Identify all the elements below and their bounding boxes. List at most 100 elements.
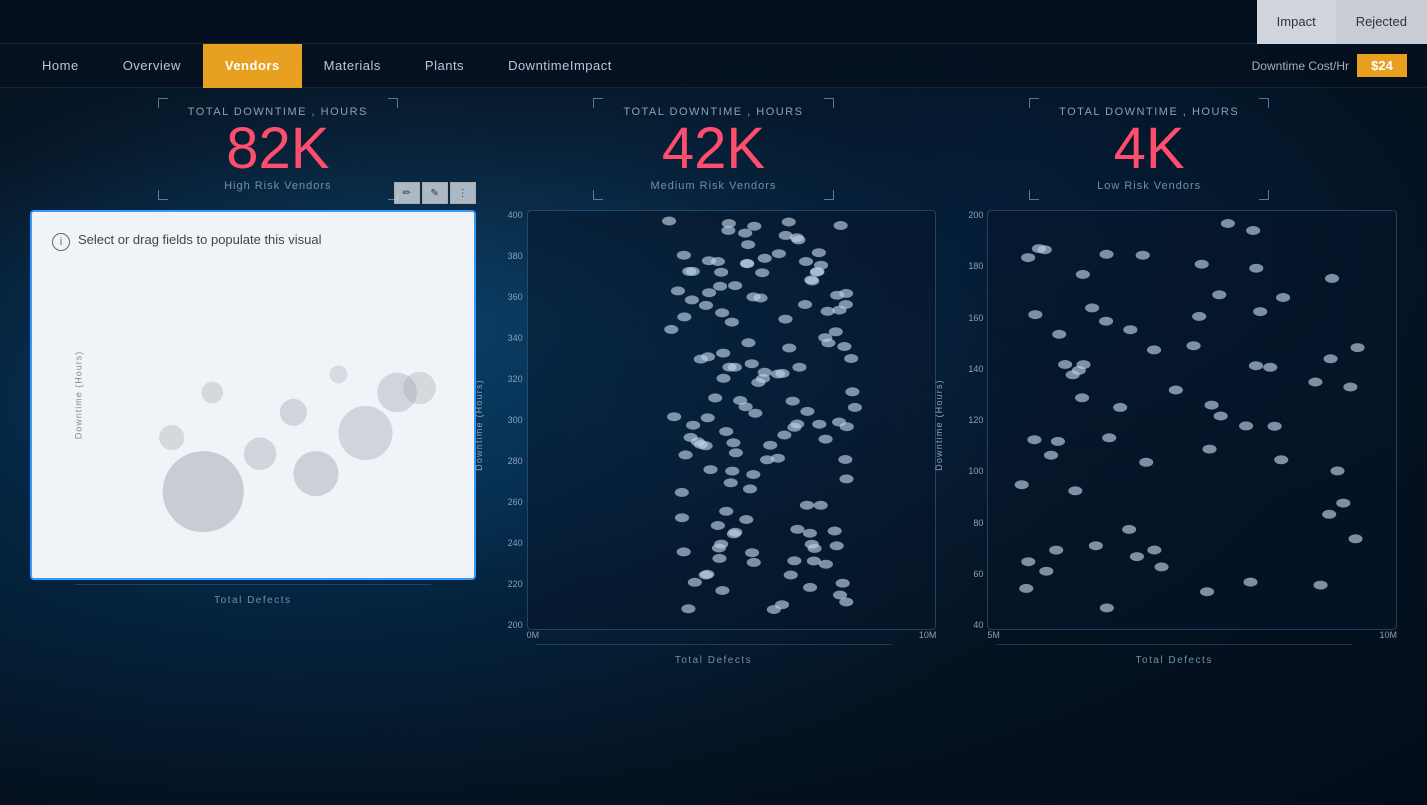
scatter-dot <box>714 540 728 549</box>
scatter-dot <box>1344 383 1358 392</box>
scatter-dot <box>715 308 729 317</box>
downtime-cost-value: $24 <box>1357 54 1407 77</box>
impact-button[interactable]: Impact <box>1257 0 1336 44</box>
scatter-dot <box>1049 546 1063 555</box>
high-risk-scatter[interactable]: i Select or drag fields to populate this… <box>30 210 476 580</box>
low-risk-x-label: Total Defects <box>1136 655 1213 666</box>
nav-overview[interactable]: Overview <box>101 44 203 88</box>
scatter-dot <box>814 261 828 270</box>
info-icon: i <box>52 233 70 251</box>
nav-home[interactable]: Home <box>20 44 101 88</box>
scatter-dot <box>1264 363 1278 372</box>
low-divider <box>996 644 1353 645</box>
scatter-dot <box>700 413 714 422</box>
scatter-dot <box>725 467 739 476</box>
scatter-dot <box>1052 330 1066 339</box>
scatter-dot <box>1100 250 1114 259</box>
scatter-dot <box>1253 307 1267 316</box>
scatter-dot <box>746 470 760 479</box>
scatter-dot <box>1139 458 1153 467</box>
nav-bar: Home Overview Vendors Materials Plants D… <box>0 44 1427 88</box>
scatter-dot <box>728 281 742 290</box>
scatter-dot <box>763 441 777 450</box>
scatter-dot <box>792 363 806 372</box>
scatter-dot <box>710 521 724 530</box>
scatter-dot <box>1136 251 1150 260</box>
medium-y-200: 200 <box>508 620 523 630</box>
scatter-dot <box>1276 293 1290 302</box>
scatter-dot <box>1309 378 1323 387</box>
medium-y-280: 280 <box>508 456 523 466</box>
y-axis-indicator: Downtime (Hours) <box>73 351 83 440</box>
high-risk-x-label: Total Defects <box>214 595 291 606</box>
scatter-dot <box>677 312 691 321</box>
medium-y-label: Downtime (Hours) <box>474 379 484 471</box>
kpi-row: Total Downtime , Hours 82K High Risk Ven… <box>0 88 1427 200</box>
scatter-dot <box>1169 386 1183 395</box>
scatter-dot <box>1244 578 1258 587</box>
low-risk-chart-panel: Downtime (Hours) 200 180 160 140 120 100… <box>951 210 1397 666</box>
scatter-dot <box>803 529 817 538</box>
scatter-dot <box>1148 546 1162 555</box>
scatter-dot <box>838 300 852 309</box>
scatter-dot <box>700 570 714 579</box>
scatter-dot <box>757 254 771 263</box>
scatter-dot <box>1100 603 1114 612</box>
medium-risk-scatter[interactable] <box>527 210 937 630</box>
nav-vendors[interactable]: Vendors <box>203 44 302 88</box>
scatter-dot <box>1015 480 1029 489</box>
empty-chart-svg <box>32 212 474 580</box>
scatter-dot <box>745 548 759 557</box>
scatter-dot <box>755 268 769 277</box>
scatter-dot <box>1032 244 1046 253</box>
scatter-dot <box>781 218 795 227</box>
scatter-dot <box>1051 437 1065 446</box>
scatter-dot <box>1195 260 1209 269</box>
scatter-dot <box>1349 534 1363 543</box>
scatter-dot <box>775 600 789 609</box>
scatter-dot <box>1102 433 1116 442</box>
scatter-dot <box>723 478 737 487</box>
medium-x-ticks: 0M 10M <box>491 630 937 640</box>
scatter-dot <box>782 344 796 353</box>
medium-divider <box>535 644 892 645</box>
toolbar-btn-1[interactable]: ✏ <box>394 182 420 204</box>
scatter-dot <box>790 420 804 429</box>
empty-visual-message: i Select or drag fields to populate this… <box>52 232 454 251</box>
toolbar-btn-2[interactable]: ✎ <box>422 182 448 204</box>
scatter-dot <box>1322 510 1336 519</box>
scatter-dot <box>1028 435 1042 444</box>
kpi-low-risk-sublabel: Low Risk Vendors <box>1097 180 1201 192</box>
scatter-dot <box>820 307 834 316</box>
scatter-dot <box>686 421 700 430</box>
scatter-dot <box>1205 401 1219 410</box>
scatter-dot <box>699 301 713 310</box>
scatter-dot <box>748 409 762 418</box>
toolbar-btn-3[interactable]: ⋮ <box>450 182 476 204</box>
kpi-high-risk-sublabel: High Risk Vendors <box>224 180 332 192</box>
low-y-axis: Downtime (Hours) 200 180 160 140 120 100… <box>951 210 987 630</box>
scatter-dot <box>1213 290 1227 299</box>
high-risk-chart-panel: ✏ ✎ ⋮ i Select or drag fields to populat… <box>30 210 476 606</box>
scatter-dot <box>747 222 761 231</box>
medium-y-340: 340 <box>508 333 523 343</box>
low-risk-scatter[interactable] <box>987 210 1397 630</box>
scatter-dot <box>798 300 812 309</box>
low-x-ticks: 5M 10M <box>951 630 1397 640</box>
low-y-140: 140 <box>968 364 983 374</box>
nav-downtime-impact[interactable]: DowntimeImpact <box>486 44 634 88</box>
rejected-button[interactable]: Rejected <box>1336 0 1427 44</box>
medium-x-0m: 0M <box>527 630 540 640</box>
medium-y-240: 240 <box>508 538 523 548</box>
nav-materials[interactable]: Materials <box>302 44 403 88</box>
scatter-dot <box>1076 270 1090 279</box>
scatter-dot <box>743 484 757 493</box>
scatter-dot <box>741 338 755 347</box>
scatter-dot <box>693 355 707 364</box>
empty-dot <box>244 438 276 470</box>
nav-plants[interactable]: Plants <box>403 44 486 88</box>
scatter-dot <box>744 359 758 368</box>
scatter-dot <box>844 354 858 363</box>
scatter-dot <box>812 420 826 429</box>
scatter-dot <box>837 342 851 351</box>
